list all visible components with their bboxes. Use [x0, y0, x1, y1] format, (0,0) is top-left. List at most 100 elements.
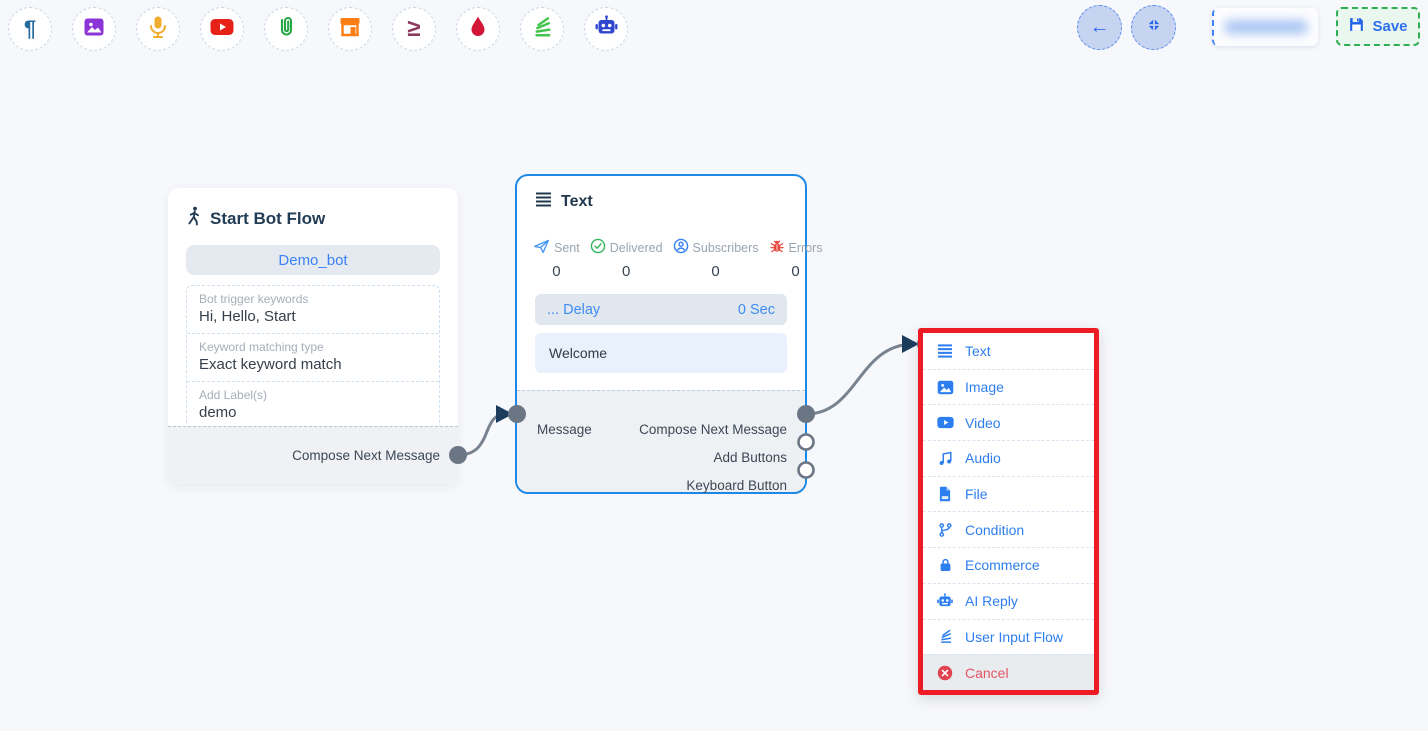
- text-paragraph-icon: ¶: [24, 18, 36, 40]
- bot-name-label: Demo_bot: [278, 252, 347, 269]
- delay-label: ... Delay: [547, 302, 600, 318]
- toolbar-button-ai[interactable]: [584, 7, 628, 51]
- flow-name-button[interactable]: [1212, 8, 1318, 46]
- compose-next-message-output-label: Compose Next Message: [292, 448, 440, 463]
- file-icon: [936, 486, 954, 502]
- start-bot-flow-node[interactable]: Start Bot Flow Demo_bot Bot trigger keyw…: [168, 188, 458, 484]
- text-message-node[interactable]: Text Sent 0 Delivered 0: [515, 174, 807, 494]
- paperclip-icon: [275, 15, 297, 44]
- output-add-buttons: Add Buttons: [713, 450, 787, 465]
- toolbar-button-user-input[interactable]: [520, 7, 564, 51]
- compose-next-message-handle[interactable]: [797, 405, 815, 423]
- menu-item-label: Text: [965, 343, 991, 359]
- text-lines-icon: [936, 344, 954, 358]
- text-lines-icon: [535, 192, 552, 212]
- menu-item-text[interactable]: Text: [923, 333, 1094, 369]
- field-value: demo: [199, 404, 427, 421]
- greater-equal-icon: ≥: [407, 17, 420, 41]
- add-buttons-handle[interactable]: [799, 435, 814, 450]
- save-button[interactable]: Save: [1336, 7, 1420, 46]
- toolbar-button-image[interactable]: [72, 7, 116, 51]
- toolbar-button-text[interactable]: ¶: [8, 7, 52, 51]
- node-type-context-menu: Text Image Video Audio File: [918, 328, 1099, 695]
- toolbar-button-file[interactable]: [264, 7, 308, 51]
- menu-item-image[interactable]: Image: [923, 369, 1094, 405]
- input-flow-icon: [936, 629, 954, 644]
- menu-item-label: Audio: [965, 450, 1001, 466]
- stat-value: 0: [552, 263, 560, 280]
- menu-item-label: AI Reply: [965, 593, 1018, 609]
- message-input-label: Message: [537, 422, 592, 437]
- menu-item-video[interactable]: Video: [923, 404, 1094, 440]
- wire-text-to-menu: [806, 344, 914, 414]
- keyboard-button-handle[interactable]: [799, 463, 814, 478]
- menu-item-label: Video: [965, 415, 1001, 431]
- wire-arrowhead: [902, 335, 919, 353]
- menu-item-condition[interactable]: Condition: [923, 511, 1094, 547]
- stat-label: Delivered: [610, 241, 663, 255]
- toolbar-button-condition[interactable]: ≥: [392, 7, 436, 51]
- check-circle-icon: [590, 238, 606, 257]
- start-node-fields: Bot trigger keywords Hi, Hello, Start Ke…: [186, 285, 440, 430]
- stat-delivered: Delivered 0: [590, 238, 663, 280]
- message-content[interactable]: Welcome: [535, 333, 787, 373]
- field-bot-trigger-keywords[interactable]: Bot trigger keywords Hi, Hello, Start: [187, 286, 439, 333]
- arrow-left-icon: ←: [1090, 16, 1110, 39]
- fit-view-button[interactable]: [1131, 5, 1176, 50]
- save-button-label: Save: [1372, 18, 1407, 35]
- field-keyword-matching-type[interactable]: Keyword matching type Exact keyword matc…: [187, 333, 439, 381]
- delay-setting[interactable]: ... Delay 0 Sec: [535, 294, 787, 325]
- stat-label: Errors: [789, 241, 823, 255]
- menu-item-audio[interactable]: Audio: [923, 440, 1094, 476]
- output-compose-next-message: Compose Next Message: [639, 422, 787, 437]
- user-circle-icon: [673, 238, 689, 257]
- cancel-icon: [936, 665, 954, 681]
- stat-value: 0: [622, 263, 630, 280]
- robot-icon: [936, 593, 954, 610]
- music-note-icon: [936, 451, 954, 466]
- field-value: Exact keyword match: [199, 356, 427, 373]
- start-output-handle[interactable]: [449, 446, 467, 464]
- field-add-labels[interactable]: Add Label(s) demo: [187, 381, 439, 429]
- bot-name-button[interactable]: Demo_bot: [186, 245, 440, 275]
- menu-item-ai-reply[interactable]: AI Reply: [923, 583, 1094, 619]
- toolbar-button-video[interactable]: [200, 7, 244, 51]
- output-keyboard-button: Keyboard Button: [686, 478, 787, 493]
- field-label: Keyword matching type: [199, 340, 427, 354]
- image-icon: [936, 380, 954, 395]
- menu-item-file[interactable]: File: [923, 476, 1094, 512]
- send-icon: [533, 238, 550, 257]
- toolbar-button-audio[interactable]: [136, 7, 180, 51]
- menu-item-label: Image: [965, 379, 1004, 395]
- bag-icon: [936, 557, 954, 573]
- message-text: Welcome: [549, 345, 607, 361]
- stat-label: Sent: [554, 241, 580, 255]
- stat-value: 0: [711, 263, 719, 280]
- video-icon: [936, 416, 954, 429]
- text-message-input-handle[interactable]: [508, 405, 526, 423]
- start-node-title: Start Bot Flow: [210, 209, 325, 229]
- menu-item-user-input-flow[interactable]: User Input Flow: [923, 619, 1094, 655]
- robot-icon: [594, 15, 619, 44]
- menu-item-ecommerce[interactable]: Ecommerce: [923, 547, 1094, 583]
- youtube-icon: [210, 18, 234, 41]
- flow-canvas[interactable]: { "toolbar": { "icons": ["text-paragraph…: [0, 0, 1428, 731]
- wire-start-to-text: [458, 414, 506, 455]
- save-icon: [1348, 16, 1365, 37]
- text-node-title: Text: [561, 193, 593, 211]
- text-node-footer: Message Compose Next Message Add Buttons…: [517, 390, 805, 492]
- menu-item-label: Ecommerce: [965, 557, 1040, 573]
- toolbar-button-ecommerce[interactable]: [328, 7, 372, 51]
- stat-sent: Sent 0: [533, 238, 580, 280]
- compress-icon: [1145, 16, 1163, 39]
- stat-subscribers: Subscribers 0: [673, 238, 759, 280]
- menu-item-cancel[interactable]: Cancel: [923, 654, 1094, 690]
- delay-value: 0 Sec: [738, 302, 775, 318]
- droplet-icon: [468, 15, 488, 44]
- walking-person-icon: [186, 206, 202, 231]
- field-value: Hi, Hello, Start: [199, 308, 427, 325]
- redacted-flow-name: [1224, 20, 1308, 34]
- text-node-stats: Sent 0 Delivered 0 Subscribers: [517, 212, 805, 280]
- back-button[interactable]: ←: [1077, 5, 1122, 50]
- toolbar-button-drip[interactable]: [456, 7, 500, 51]
